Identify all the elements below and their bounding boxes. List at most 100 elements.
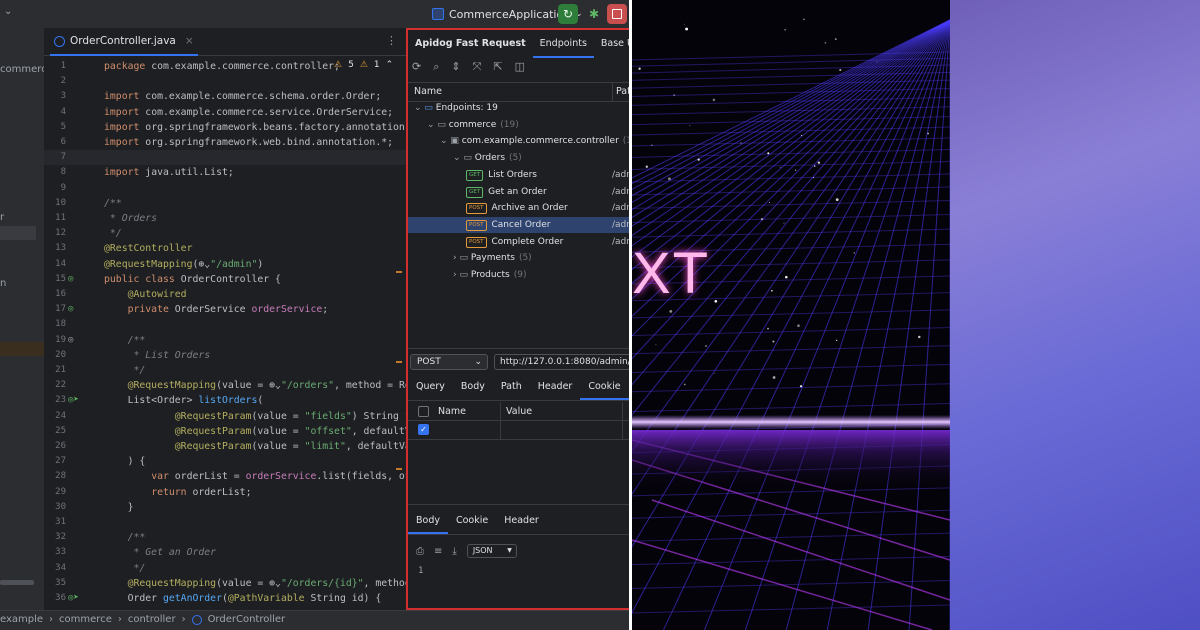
code-line[interactable]: 4 import com.example.commerce.service.Ord… xyxy=(44,105,406,120)
code-line[interactable]: 7 xyxy=(44,150,406,166)
gutter-bean-icon[interactable]: ◎ xyxy=(68,333,73,348)
tab-path[interactable]: Path xyxy=(493,374,530,400)
format-select[interactable]: JSON ▼ xyxy=(466,544,517,558)
format-icon[interactable]: ≡ xyxy=(434,546,442,557)
refresh-icon[interactable]: ⟳ xyxy=(412,60,421,74)
code-line[interactable]: 9 xyxy=(44,181,406,196)
code-area[interactable]: 1 package com.example.commerce.controller… xyxy=(44,57,406,610)
tree-folder[interactable]: ⌄ ▭ Endpoints: 19 xyxy=(408,100,630,117)
code-line[interactable]: 30 } xyxy=(44,500,406,515)
layout-icon[interactable]: ◫ xyxy=(515,60,525,74)
tab-body[interactable]: Body xyxy=(453,374,493,400)
code-line[interactable]: 11 * Orders xyxy=(44,211,406,226)
method-select[interactable]: POST ⌄ xyxy=(410,354,488,370)
code-line[interactable]: 18 xyxy=(44,317,406,332)
breadcrumb-item[interactable]: commerce xyxy=(59,614,112,625)
code-editor[interactable]: OrderController.java × ⋮ ⚠ 5 ⚠ 1 ⌃ 1 packag… xyxy=(44,28,406,610)
close-icon[interactable]: × xyxy=(185,35,194,47)
code-line[interactable]: 35 @RequestMapping(value = ⊕⌄"/orders/{i… xyxy=(44,576,406,591)
code-line[interactable]: 2 xyxy=(44,74,406,89)
search-icon[interactable]: ⌕ xyxy=(433,60,439,74)
project-tree-selection[interactable] xyxy=(0,226,36,240)
tree-folder[interactable]: ⌄ ▣ com.example.commerce.controller (1 xyxy=(408,133,630,150)
tab-fast-request[interactable]: Apidog Fast Request xyxy=(408,30,533,58)
code-line[interactable]: 23 ◎➤ List<Order> listOrders( xyxy=(44,393,406,408)
tab-cookie[interactable]: Cookie xyxy=(580,374,629,400)
chevron-down-icon[interactable]: ⌄ xyxy=(440,136,450,146)
code-line[interactable]: 33 * Get an Order xyxy=(44,545,406,560)
code-line[interactable]: 12 */ xyxy=(44,226,406,241)
code-line[interactable]: 5 import org.springframework.beans.factor… xyxy=(44,120,406,135)
code-line[interactable]: 3 import com.example.commerce.schema.orde… xyxy=(44,89,406,104)
code-line[interactable]: 20 * List Orders xyxy=(44,348,406,363)
column-divider[interactable] xyxy=(612,83,613,101)
more-options-icon[interactable]: ⋮ xyxy=(386,34,397,47)
tab-header[interactable]: Header xyxy=(530,374,581,400)
project-tree-item[interactable]: r xyxy=(0,212,4,223)
import-icon[interactable]: ⎙ xyxy=(416,546,424,557)
code-line[interactable]: 24 @RequestParam(value = "fields") Strin… xyxy=(44,409,406,424)
response-tab-header[interactable]: Header xyxy=(496,508,547,534)
code-line[interactable]: 16 @Autowired xyxy=(44,287,406,302)
breadcrumb-item[interactable]: example xyxy=(0,614,43,625)
code-line[interactable]: 22 @RequestMapping(value = ⊕⌄"/orders", … xyxy=(44,378,406,393)
gutter-bean-icon[interactable]: ◎ xyxy=(68,302,73,317)
code-line[interactable]: 25 @RequestParam(value = "offset", defau… xyxy=(44,424,406,439)
download-icon[interactable]: ⤓ xyxy=(452,546,456,557)
code-line[interactable]: 26 @RequestParam(value = "limit", defaul… xyxy=(44,439,406,454)
code-line[interactable]: 27 ) { xyxy=(44,454,406,469)
chevron-down-icon[interactable]: ⌄ xyxy=(414,103,424,113)
endpoint-item[interactable]: POST Archive an Order/adr xyxy=(408,200,630,217)
endpoint-item[interactable]: GET List Orders/adr xyxy=(408,167,630,184)
tree-folder[interactable]: › ▭ Products (9) xyxy=(408,267,630,284)
response-tab-body[interactable]: Body xyxy=(408,508,448,534)
checkbox-checked-icon[interactable]: ✓ xyxy=(418,424,429,435)
stop-button[interactable] xyxy=(607,4,627,24)
select-all-checkbox[interactable] xyxy=(418,406,429,417)
debug-button[interactable]: ✱ xyxy=(584,4,604,24)
param-row[interactable]: ✓ xyxy=(408,420,630,440)
tree-folder[interactable]: › ▭ Payments (5) xyxy=(408,250,630,267)
gutter-bean-icon[interactable]: ◎➤ xyxy=(68,591,79,606)
code-line[interactable]: 17 ◎ private OrderService orderService; xyxy=(44,302,406,317)
endpoint-item[interactable]: GET Get an Order/adr xyxy=(408,184,630,201)
code-line[interactable]: 19 ◎ /** xyxy=(44,333,406,348)
code-line[interactable]: 15 ◎ public class OrderController { xyxy=(44,272,406,287)
scrollbar[interactable] xyxy=(0,580,34,585)
breadcrumb-item[interactable]: controller xyxy=(128,614,176,625)
code-line[interactable]: 28 var orderList = orderService.list(fie… xyxy=(44,469,406,484)
tab-base-url[interactable]: Base URL xyxy=(594,30,630,58)
code-line[interactable]: 14 @RequestMapping(⊕⌄"/admin") xyxy=(44,257,406,272)
endpoint-item[interactable]: POST Complete Order/adr xyxy=(408,234,630,251)
menu-fragment[interactable]: ⌄ xyxy=(4,6,12,17)
tree-folder[interactable]: ⌄ ▭ Orders (5) xyxy=(408,150,630,167)
gutter-bean-icon[interactable]: ◎➤ xyxy=(68,393,79,408)
code-line[interactable]: 1 package com.example.commerce.controller… xyxy=(44,59,406,74)
chevron-down-icon[interactable]: ⌄ xyxy=(453,153,463,163)
code-line[interactable]: 36 ◎➤ Order getAnOrder(@PathVariable Stri… xyxy=(44,591,406,606)
chevron-down-icon[interactable]: ⌄ xyxy=(427,120,437,130)
collapse-all-icon[interactable]: ⤧ xyxy=(473,60,482,74)
locate-icon[interactable]: ⇱ xyxy=(493,60,502,74)
editor-tab[interactable]: OrderController.java × xyxy=(50,28,198,56)
tree-folder[interactable]: ⌄ ▭ commerce (19) xyxy=(408,117,630,134)
expand-all-icon[interactable]: ⇕ xyxy=(451,60,460,74)
gutter-bean-icon[interactable]: ◎ xyxy=(68,272,73,287)
code-line[interactable]: 10 /** xyxy=(44,196,406,211)
project-tree-item[interactable]: n xyxy=(0,278,6,289)
url-input[interactable]: http://127.0.0.1:8080/admin/ord xyxy=(494,354,630,370)
code-line[interactable]: 13 @RestController xyxy=(44,241,406,256)
code-line[interactable]: 8 import java.util.List; xyxy=(44,165,406,180)
breadcrumb-item[interactable]: OrderController xyxy=(208,614,286,625)
tab-endpoints[interactable]: Endpoints xyxy=(532,30,594,58)
code-line[interactable]: 29 return orderList; xyxy=(44,485,406,500)
code-line[interactable]: 6 import org.springframework.web.bind.ann… xyxy=(44,135,406,150)
rerun-button[interactable]: ↻ xyxy=(558,4,578,24)
endpoint-item[interactable]: POST Cancel Order/adr xyxy=(408,216,630,234)
tab-query[interactable]: Query xyxy=(408,374,453,400)
code-line[interactable]: 34 */ xyxy=(44,561,406,576)
code-line[interactable]: 31 xyxy=(44,515,406,530)
code-line[interactable]: 21 */ xyxy=(44,363,406,378)
response-tab-cookie[interactable]: Cookie xyxy=(448,508,496,534)
code-line[interactable]: 32 /** xyxy=(44,530,406,545)
